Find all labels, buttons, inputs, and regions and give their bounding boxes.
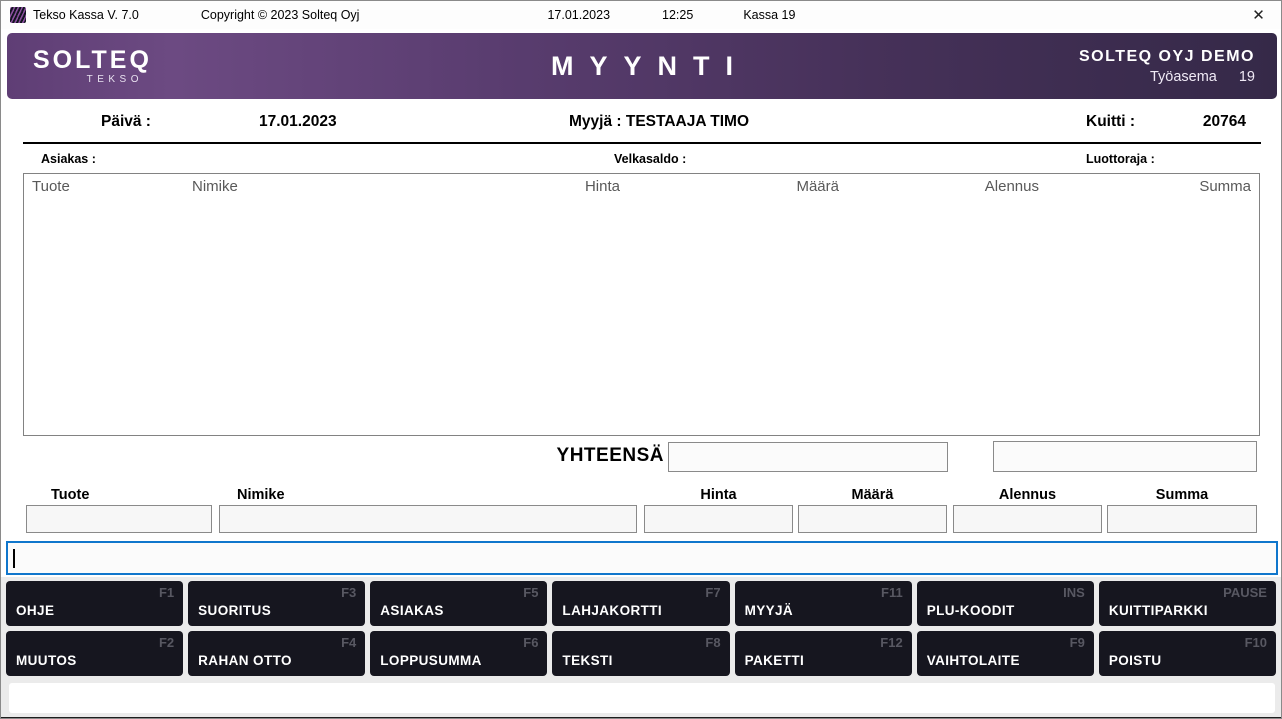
titlebar-date: 17.01.2023 <box>547 8 610 22</box>
text-cursor <box>13 549 15 568</box>
store-info: SOLTEQ OYJ DEMO Työasema 19 <box>1079 48 1255 85</box>
function-key-row-2: F2 MUUTOS F4 RAHAN OTTO F6 LOPPUSUMMA F8… <box>6 631 1276 676</box>
asiakas-label: ASIAKAS <box>380 603 444 618</box>
titlebar-time: 12:25 <box>662 8 693 22</box>
asiakas-button[interactable]: F5 ASIAKAS <box>370 581 547 626</box>
close-button[interactable]: ✕ <box>1236 1 1281 29</box>
muutos-key-label: F2 <box>159 635 174 650</box>
suoritus-label: SUORITUS <box>198 603 271 618</box>
status-bar <box>9 683 1275 713</box>
sale-table-header: Tuote Nimike Hinta Määrä Alennus Summa <box>24 174 1259 198</box>
credit-label: Luottoraja : <box>1086 152 1155 166</box>
ohje-key-label: F1 <box>159 585 174 600</box>
column-header-summa: Summa <box>1039 178 1251 195</box>
debt-label: Velkasaldo : <box>614 152 686 166</box>
teksti-label: TEKSTI <box>562 653 612 668</box>
poistu-button[interactable]: F10 POISTU <box>1099 631 1276 676</box>
maara-input[interactable] <box>798 505 947 533</box>
lahjakortti-label: LAHJAKORTTI <box>562 603 662 618</box>
vaihtolaite-button[interactable]: F9 VAIHTOLAITE <box>917 631 1094 676</box>
app-title: Tekso Kassa V. 7.0 <box>33 8 139 22</box>
workstation-info: Työasema 19 <box>1079 69 1255 85</box>
column-header-nimike: Nimike <box>192 178 510 195</box>
app-icon <box>10 7 26 23</box>
lahjakortti-button[interactable]: F7 LAHJAKORTTI <box>552 581 729 626</box>
muutos-button[interactable]: F2 MUUTOS <box>6 631 183 676</box>
entry-label-tuote: Tuote <box>26 487 212 503</box>
loppusumma-key-label: F6 <box>523 635 538 650</box>
status-strip <box>1 679 1281 719</box>
ohje-label: OHJE <box>16 603 54 618</box>
total-label: YHTEENSÄ <box>551 445 664 467</box>
copyright-text: Copyright © 2023 Solteq Oyj <box>201 8 360 22</box>
customer-label: Asiakas : <box>41 152 96 166</box>
receipt-value: 20764 <box>1151 113 1246 131</box>
entry-label-maara: Määrä <box>798 487 947 503</box>
myyja-key-label: F11 <box>881 585 903 600</box>
rahan-otto-label: RAHAN OTTO <box>198 653 292 668</box>
entry-label-alennus: Alennus <box>953 487 1102 503</box>
tuote-input[interactable] <box>26 505 212 533</box>
column-header-alennus: Alennus <box>839 178 1039 195</box>
plu-koodit-button[interactable]: INS PLU-KOODIT <box>917 581 1094 626</box>
suoritus-button[interactable]: F3 SUORITUS <box>188 581 365 626</box>
loppusumma-button[interactable]: F6 LOPPUSUMMA <box>370 631 547 676</box>
poistu-label: POISTU <box>1109 653 1162 668</box>
column-header-maara: Määrä <box>620 178 839 195</box>
hinta-input[interactable] <box>644 505 793 533</box>
kuittiparkki-label: KUITTIPARKKI <box>1109 603 1208 618</box>
pos-window: Tekso Kassa V. 7.0 Copyright © 2023 Solt… <box>0 0 1282 719</box>
function-key-panel: F1 OHJE F3 SUORITUS F5 ASIAKAS F7 LAHJAK… <box>1 577 1281 679</box>
divider-line <box>23 142 1261 144</box>
myyja-label: MYYJÄ <box>745 603 794 618</box>
command-input[interactable] <box>6 541 1278 575</box>
kuittiparkki-button[interactable]: PAUSE KUITTIPARKKI <box>1099 581 1276 626</box>
entry-label-nimike: Nimike <box>219 487 637 503</box>
lahjakortti-key-label: F7 <box>705 585 720 600</box>
column-header-hinta: Hinta <box>510 178 620 195</box>
teksti-key-label: F8 <box>705 635 720 650</box>
myyja-button[interactable]: F11 MYYJÄ <box>735 581 912 626</box>
paketti-button[interactable]: F12 PAKETTI <box>735 631 912 676</box>
titlebar-register: Kassa 19 <box>743 8 795 22</box>
plu-koodit-label: PLU-KOODIT <box>927 603 1015 618</box>
date-value: 17.01.2023 <box>259 113 337 131</box>
secondary-total-box <box>993 441 1257 472</box>
poistu-key-label: F10 <box>1245 635 1267 650</box>
asiakas-key-label: F5 <box>523 585 538 600</box>
entry-label-hinta: Hinta <box>644 487 793 503</box>
vaihtolaite-key-label: F9 <box>1070 635 1085 650</box>
receipt-label: Kuitti : <box>1086 113 1135 131</box>
rahan-otto-button[interactable]: F4 RAHAN OTTO <box>188 631 365 676</box>
column-header-tuote: Tuote <box>32 178 192 195</box>
workstation-number: 19 <box>1239 69 1255 85</box>
titlebar: Tekso Kassa V. 7.0 Copyright © 2023 Solt… <box>1 1 1281 29</box>
paketti-label: PAKETTI <box>745 653 805 668</box>
app-header: SOLTEQ TEKSO MYYNTI SOLTEQ OYJ DEMO Työa… <box>7 33 1277 99</box>
alennus-input[interactable] <box>953 505 1102 533</box>
vaihtolaite-label: VAIHTOLAITE <box>927 653 1020 668</box>
suoritus-key-label: F3 <box>341 585 356 600</box>
function-key-row-1: F1 OHJE F3 SUORITUS F5 ASIAKAS F7 LAHJAK… <box>6 581 1276 626</box>
seller-value: TESTAAJA TIMO <box>626 113 749 130</box>
paketti-key-label: F12 <box>880 635 902 650</box>
muutos-label: MUUTOS <box>16 653 77 668</box>
store-name: SOLTEQ OYJ DEMO <box>1079 48 1255 66</box>
seller-label: Myyjä : <box>569 113 622 130</box>
seller-info: Myyjä : TESTAAJA TIMO <box>569 113 749 131</box>
loppusumma-label: LOPPUSUMMA <box>380 653 482 668</box>
nimike-input[interactable] <box>219 505 637 533</box>
total-value-box <box>668 442 948 472</box>
date-label: Päivä : <box>101 113 151 131</box>
ohje-button[interactable]: F1 OHJE <box>6 581 183 626</box>
kuittiparkki-key-label: PAUSE <box>1223 585 1267 600</box>
close-icon: ✕ <box>1252 6 1265 24</box>
rahan-otto-key-label: F4 <box>341 635 356 650</box>
plu-koodit-key-label: INS <box>1063 585 1085 600</box>
workstation-label: Työasema <box>1150 69 1217 85</box>
summa-input[interactable] <box>1107 505 1257 533</box>
sale-lines-table: Tuote Nimike Hinta Määrä Alennus Summa <box>23 173 1260 436</box>
teksti-button[interactable]: F8 TEKSTI <box>552 631 729 676</box>
entry-label-summa: Summa <box>1107 487 1257 503</box>
